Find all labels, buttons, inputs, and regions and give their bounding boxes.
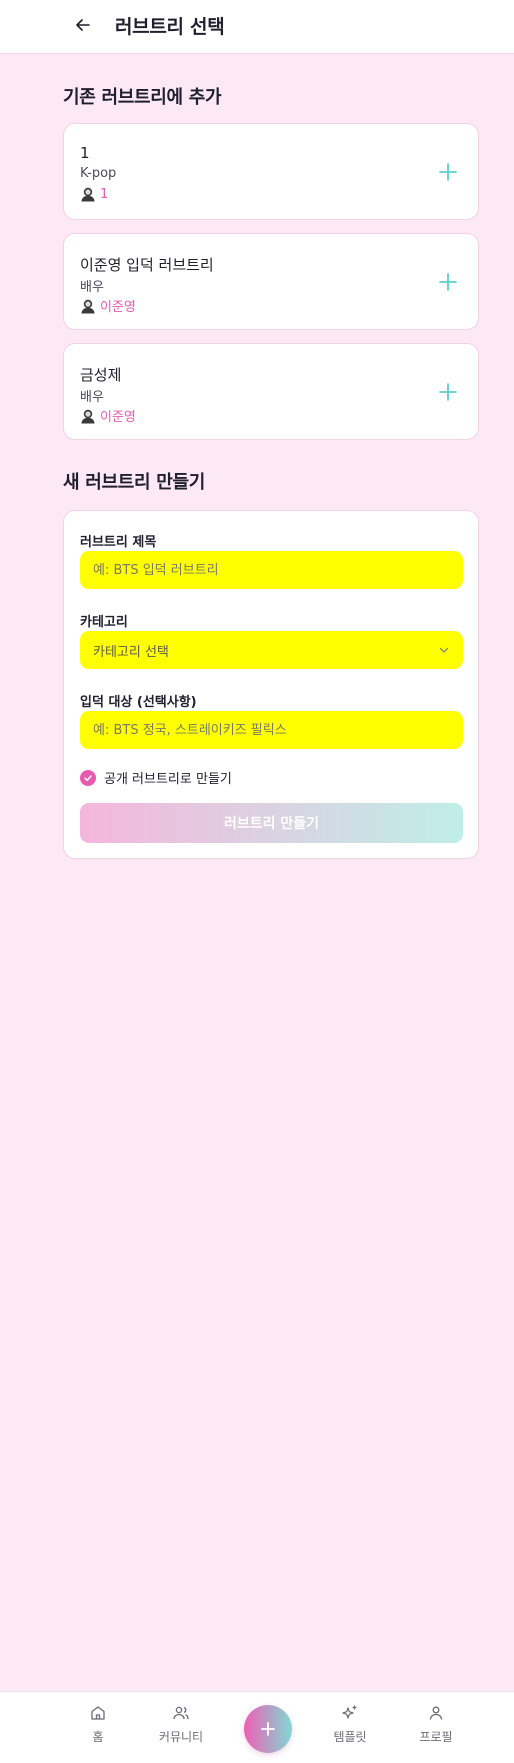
- nav-home-label: 홈: [92, 1730, 104, 1744]
- title-field-label: 러브트리 제목: [80, 535, 157, 550]
- create-section-title: 새 러브트리 만들기: [63, 472, 206, 493]
- nav-community[interactable]: 커뮤니티: [141, 1704, 221, 1745]
- sparkles-icon: [342, 1705, 357, 1719]
- lovetree-card[interactable]: 1 K-pop 1: [63, 123, 479, 220]
- lovetree-category: 배우: [80, 390, 104, 405]
- top-bar: 러브트리 선택: [0, 0, 514, 54]
- public-checkbox[interactable]: [80, 769, 96, 786]
- back-button[interactable]: [72, 14, 94, 36]
- existing-section-title: 기존 러브트리에 추가: [63, 87, 222, 108]
- lovetree-target: 이준영: [80, 296, 136, 315]
- category-select-value: 카테고리 선택: [93, 644, 169, 660]
- lovetree-title: 이준영 입덕 러브트리: [80, 256, 214, 274]
- plus-icon: [439, 163, 457, 181]
- plus-icon: [439, 383, 457, 401]
- public-checkbox-label: 공개 러브트리로 만들기: [104, 772, 232, 787]
- create-lovetree-form: 러브트리 제목 카테고리 카테고리 선택 입덕 대상 (선택사항) 공개 러브트…: [63, 510, 479, 859]
- plus-icon: [439, 273, 457, 291]
- lovetree-title: 1: [80, 144, 90, 162]
- nav-home[interactable]: 홈: [58, 1704, 138, 1745]
- plus-icon: [261, 1722, 275, 1736]
- lovetree-card[interactable]: 이준영 입덕 러브트리 배우 이준영: [63, 233, 479, 330]
- lovetree-target: 1: [80, 186, 108, 202]
- add-to-lovetree-button[interactable]: [436, 380, 460, 404]
- add-to-lovetree-button[interactable]: [436, 270, 460, 294]
- add-to-lovetree-button[interactable]: [436, 160, 460, 184]
- lovetree-target-name: 이준영: [100, 410, 136, 425]
- home-icon: [91, 1706, 105, 1720]
- bottom-nav: 홈 커뮤니티 템플릿 프로필: [0, 1691, 514, 1763]
- lovetree-title-input[interactable]: [80, 551, 463, 589]
- users-icon: [173, 1706, 189, 1720]
- nav-templates-label: 템플릿: [333, 1730, 367, 1744]
- target-field-label: 입덕 대상 (선택사항): [80, 695, 197, 710]
- lovetree-title: 금성제: [80, 366, 122, 384]
- avatar-icon: [81, 409, 95, 423]
- public-toggle[interactable]: 공개 러브트리로 만들기: [80, 768, 232, 787]
- avatar-icon: [81, 299, 95, 313]
- lovetree-target-name: 이준영: [100, 300, 136, 315]
- nav-profile[interactable]: 프로필: [396, 1704, 476, 1745]
- avatar-icon: [81, 187, 95, 202]
- nav-templates[interactable]: 템플릿: [310, 1704, 390, 1745]
- arrow-left-icon: [76, 19, 90, 31]
- lovetree-category: K-pop: [80, 166, 117, 181]
- user-icon: [429, 1706, 443, 1720]
- create-lovetree-button[interactable]: 러브트리 만들기: [80, 803, 463, 843]
- category-field-label: 카테고리: [80, 615, 128, 630]
- nav-community-label: 커뮤니티: [158, 1730, 204, 1744]
- category-select[interactable]: 카테고리 선택: [80, 631, 463, 669]
- create-fab-button[interactable]: [244, 1705, 292, 1753]
- chevron-down-icon: [439, 647, 449, 653]
- lovetree-target: 이준영: [80, 406, 136, 425]
- lovetree-target-name: 1: [100, 186, 109, 202]
- check-icon: [84, 774, 92, 781]
- target-input[interactable]: [80, 711, 463, 749]
- page-title: 러브트리 선택: [115, 16, 225, 38]
- lovetree-category: 배우: [80, 280, 104, 295]
- lovetree-card[interactable]: 금성제 배우 이준영: [63, 343, 479, 440]
- nav-profile-label: 프로필: [419, 1730, 453, 1744]
